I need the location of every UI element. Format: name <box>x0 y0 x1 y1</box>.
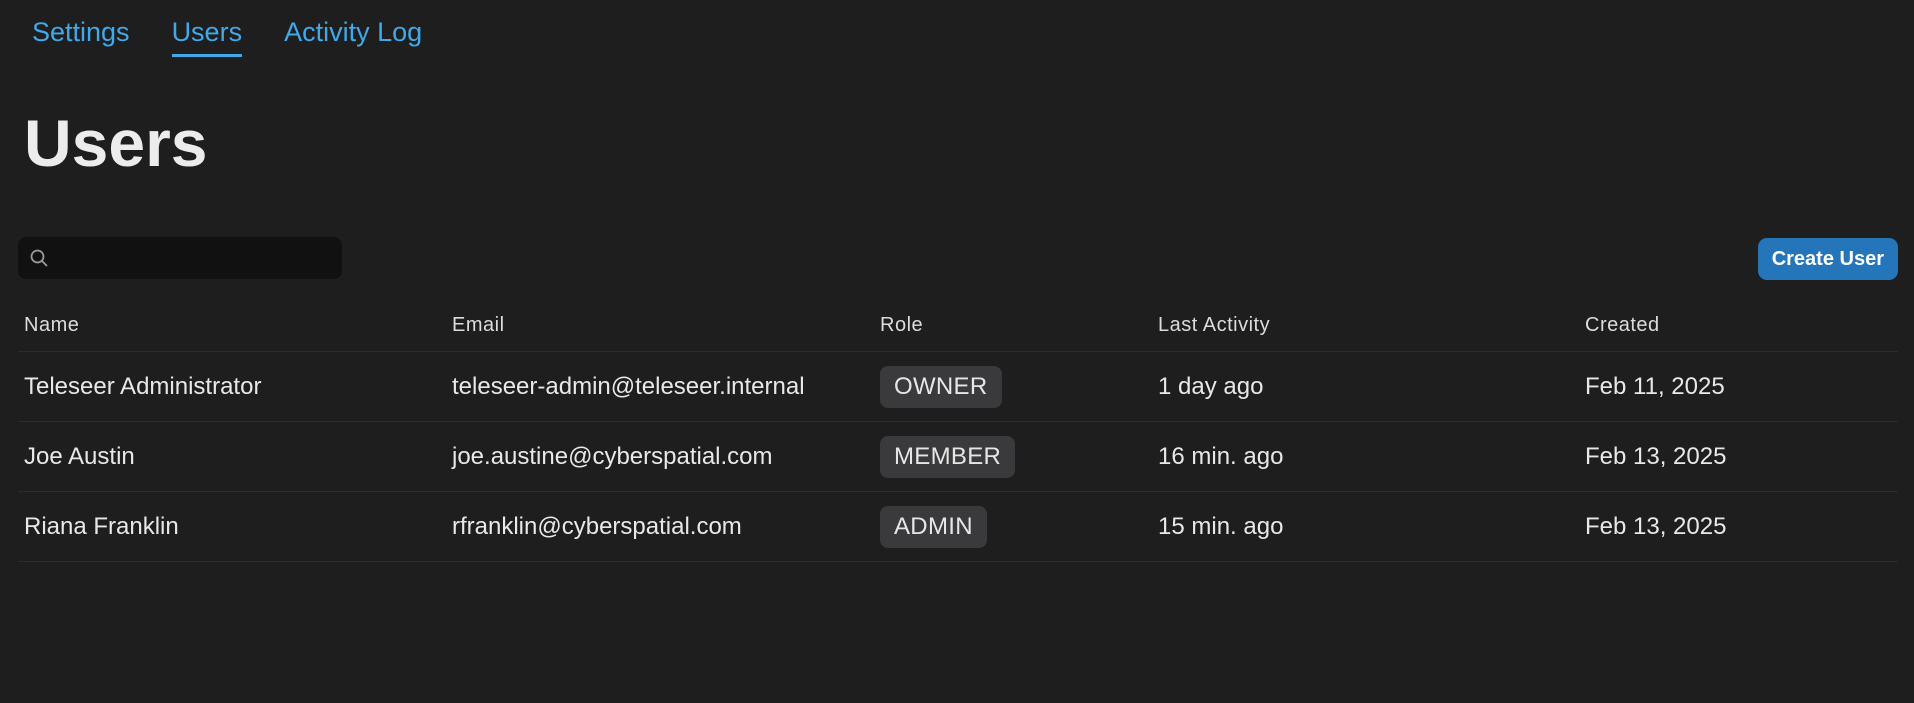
user-email: teleseer-admin@teleseer.internal <box>452 372 805 400</box>
tab-settings[interactable]: Settings <box>32 14 130 57</box>
role-badge: MEMBER <box>880 435 1016 478</box>
user-last-activity: 15 min. ago <box>1158 512 1284 540</box>
role-cell: MEMBER <box>880 422 1016 491</box>
column-header-last-activity[interactable]: Last Activity <box>1158 292 1270 355</box>
tab-bar: Settings Users Activity Log <box>32 14 422 57</box>
column-header-role[interactable]: Role <box>880 292 923 355</box>
tab-users[interactable]: Users <box>171 14 243 57</box>
tab-activity-log[interactable]: Activity Log <box>284 14 422 57</box>
table-row[interactable]: Teleseer Administrator teleseer-admin@te… <box>18 352 1898 422</box>
table-row[interactable]: Riana Franklin rfranklin@cyberspatial.co… <box>18 492 1898 562</box>
search-icon <box>30 249 48 267</box>
users-table: Name Email Role Last Activity Created Te… <box>18 292 1898 562</box>
search-input[interactable] <box>49 238 342 278</box>
role-cell: OWNER <box>880 352 1002 421</box>
role-badge: ADMIN <box>880 505 987 548</box>
column-header-name[interactable]: Name <box>24 292 79 355</box>
user-email: joe.austine@cyberspatial.com <box>452 442 773 470</box>
user-name: Teleseer Administrator <box>24 372 262 400</box>
column-header-created[interactable]: Created <box>1585 292 1660 355</box>
role-badge: OWNER <box>880 365 1002 408</box>
user-name: Riana Franklin <box>24 512 179 540</box>
table-header-row: Name Email Role Last Activity Created <box>18 292 1898 352</box>
create-user-button[interactable]: Create User <box>1757 238 1898 280</box>
user-created: Feb 13, 2025 <box>1585 442 1727 470</box>
users-page: Settings Users Activity Log Users Create… <box>0 0 1914 703</box>
table-row[interactable]: Joe Austin joe.austine@cyberspatial.com … <box>18 422 1898 492</box>
user-name: Joe Austin <box>24 442 135 470</box>
user-last-activity: 1 day ago <box>1158 372 1264 400</box>
search-box[interactable] <box>18 237 342 279</box>
page-title: Users <box>24 106 208 180</box>
role-cell: ADMIN <box>880 492 987 561</box>
user-email: rfranklin@cyberspatial.com <box>452 512 742 540</box>
column-header-email[interactable]: Email <box>452 292 505 355</box>
user-created: Feb 13, 2025 <box>1585 512 1727 540</box>
user-created: Feb 11, 2025 <box>1585 372 1725 400</box>
user-last-activity: 16 min. ago <box>1158 442 1284 470</box>
